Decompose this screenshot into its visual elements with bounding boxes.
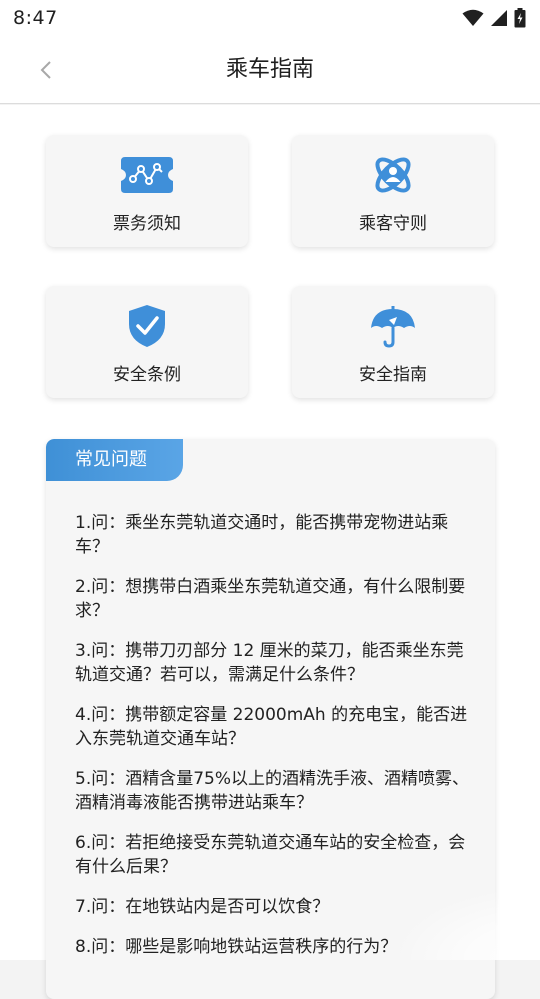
faq-item[interactable]: 6.问：若拒绝接受东莞轨道交通车站的安全检查，会有什么后果？ xyxy=(75,831,475,879)
faq-item[interactable]: 4.问：携带额定容量 22000mAh 的充电宝，能否进入东莞轨道交通车站？ xyxy=(75,703,475,751)
card-safety-regulations[interactable]: 安全条例 xyxy=(46,286,248,398)
card-safety-guide[interactable]: 安全指南 xyxy=(292,286,494,398)
faq-item[interactable]: 3.问：携带刀刃部分 12 厘米的菜刀，能否乘坐东莞轨道交通？若可以，需满足什么… xyxy=(75,639,475,687)
status-icons xyxy=(462,8,526,28)
faq-title: 常见问题 xyxy=(46,439,183,481)
faq-item[interactable]: 5.问：酒精含量75%以上的酒精洗手液、酒精喷雾、酒精消毒液能否携带进站乘车？ xyxy=(75,767,475,815)
umbrella-icon xyxy=(370,304,416,348)
card-label: 票务须知 xyxy=(113,214,181,234)
battery-charging-icon xyxy=(514,8,526,28)
card-label: 乘客守则 xyxy=(359,214,427,234)
card-passenger-rules[interactable]: 乘客守则 xyxy=(292,135,494,247)
faq-item[interactable]: 2.问：想携带白酒乘坐东莞轨道交通，有什么限制要求？ xyxy=(75,575,475,623)
faq-item[interactable]: 1.问：乘坐东莞轨道交通时，能否携带宠物进站乘车？ xyxy=(75,511,475,559)
ticket-icon xyxy=(121,153,173,197)
status-bar: 8:47 xyxy=(0,0,540,36)
faq-item[interactable]: 8.问：哪些是影响地铁站运营秩序的行为？ xyxy=(75,935,475,959)
content-area: 票务须知 乘客守则 安全条例 安全指南 常见问题 1.问：乘坐东莞轨道交通时，能… xyxy=(0,105,540,999)
shield-check-icon xyxy=(127,304,167,348)
status-time: 8:47 xyxy=(13,7,58,29)
faq-list: 1.问：乘坐东莞轨道交通时，能否携带宠物进站乘车？ 2.问：想携带白酒乘坐东莞轨… xyxy=(75,511,475,975)
card-label: 安全条例 xyxy=(113,365,181,385)
page-title: 乘车指南 xyxy=(225,57,314,82)
card-label: 安全指南 xyxy=(359,365,427,385)
passenger-atom-icon xyxy=(371,153,415,197)
wifi-icon xyxy=(462,9,484,26)
faq-item[interactable]: 7.问：在地铁站内是否可以饮食？ xyxy=(75,895,475,919)
signal-icon xyxy=(491,10,507,26)
card-ticket-info[interactable]: 票务须知 xyxy=(46,135,248,247)
app-bar: 乘车指南 xyxy=(0,36,540,104)
faq-panel: 常见问题 1.问：乘坐东莞轨道交通时，能否携带宠物进站乘车？ 2.问：想携带白酒… xyxy=(46,439,495,999)
